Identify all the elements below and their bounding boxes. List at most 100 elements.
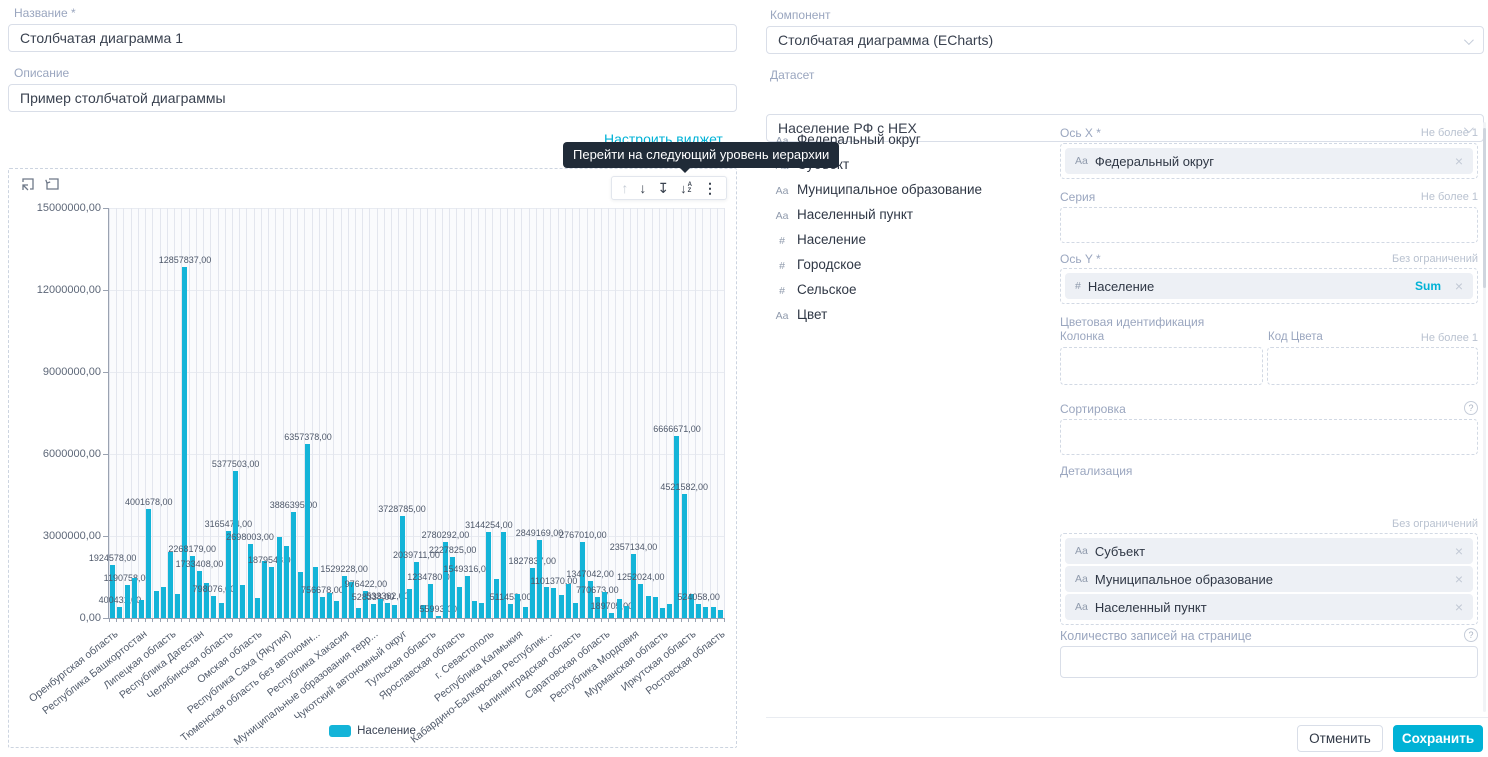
bar[interactable] (385, 603, 390, 618)
hierarchy-down-icon[interactable]: ↓ (639, 181, 646, 195)
bar[interactable] (718, 610, 723, 618)
bar[interactable] (472, 601, 477, 618)
save-button[interactable]: Сохранить (1393, 725, 1483, 752)
field-item[interactable]: AaНаселенный пункт (775, 207, 1035, 232)
bar[interactable] (559, 595, 564, 618)
bar[interactable] (580, 542, 585, 618)
color-code-dropzone[interactable] (1267, 347, 1478, 385)
bar[interactable] (240, 585, 245, 618)
bar[interactable] (400, 516, 405, 618)
bar[interactable] (327, 593, 332, 618)
aggregation-badge[interactable]: Sum (1415, 279, 1441, 293)
detail-chip[interactable]: Aa Муниципальное образование × (1065, 566, 1473, 592)
bar[interactable] (457, 587, 462, 618)
bar[interactable] (617, 599, 622, 618)
bar[interactable] (479, 603, 484, 618)
cancel-button[interactable]: Отменить (1297, 725, 1383, 752)
bar[interactable] (624, 606, 629, 618)
bar[interactable] (197, 571, 202, 618)
zoom-reset-icon[interactable] (45, 177, 60, 192)
x-axis-chip[interactable]: Aa Федеральный округ × (1065, 148, 1473, 174)
bar[interactable] (696, 604, 701, 618)
bar[interactable] (125, 585, 130, 618)
bar[interactable] (465, 576, 470, 618)
bar[interactable] (219, 603, 224, 618)
series-dropzone[interactable] (1060, 207, 1478, 243)
bar[interactable] (609, 613, 614, 618)
bar[interactable] (407, 589, 412, 618)
bar[interactable] (638, 584, 643, 618)
zoom-select-icon[interactable] (21, 177, 36, 192)
bar[interactable] (378, 599, 383, 618)
bar[interactable] (255, 598, 260, 618)
bar[interactable] (573, 603, 578, 618)
bar[interactable] (486, 532, 491, 618)
field-item[interactable]: AaМуниципальное образование (775, 182, 1035, 207)
remove-chip-icon[interactable]: × (1455, 599, 1463, 615)
bar[interactable] (154, 591, 159, 618)
hierarchy-up-icon[interactable]: ↑ (621, 181, 628, 195)
bar[interactable] (703, 607, 708, 618)
name-input[interactable] (8, 24, 737, 52)
field-item[interactable]: #Городское (775, 257, 1035, 282)
bar[interactable] (711, 607, 716, 618)
bar[interactable] (551, 588, 556, 618)
bar[interactable] (392, 605, 397, 618)
page-size-help-icon[interactable]: ? (1464, 628, 1478, 642)
bar[interactable] (631, 554, 636, 618)
bar[interactable] (667, 604, 672, 618)
sorting-dropzone[interactable] (1060, 419, 1478, 455)
bar[interactable] (277, 537, 282, 618)
bar[interactable] (269, 567, 274, 618)
more-options-icon[interactable]: ⋮ (703, 181, 717, 195)
remove-chip-icon[interactable]: × (1455, 278, 1463, 294)
y-axis-dropzone[interactable]: # Население Sum × (1060, 268, 1478, 304)
detail-dropzone[interactable]: Aa Субъект × Aa Муниципальное образовани… (1060, 533, 1478, 625)
color-column-dropzone[interactable] (1060, 347, 1263, 385)
field-item[interactable]: AaЦвет (775, 307, 1035, 332)
bar[interactable] (501, 532, 506, 618)
bar[interactable] (523, 607, 528, 618)
bar[interactable] (139, 600, 144, 618)
bar[interactable] (161, 587, 166, 618)
bar[interactable] (226, 531, 231, 618)
bar[interactable] (168, 552, 173, 618)
sorting-help-icon[interactable]: ? (1464, 401, 1478, 415)
bar[interactable] (298, 572, 303, 618)
bar[interactable] (436, 616, 441, 618)
bar[interactable] (132, 578, 137, 618)
bar[interactable] (660, 608, 665, 618)
bar[interactable] (371, 604, 376, 618)
remove-chip-icon[interactable]: × (1455, 543, 1463, 559)
bar[interactable] (515, 594, 520, 618)
bar[interactable] (284, 546, 289, 618)
bar[interactable] (211, 596, 216, 618)
bar[interactable] (117, 607, 122, 618)
bar[interactable] (320, 597, 325, 618)
field-item[interactable]: #Население (775, 232, 1035, 257)
bar[interactable] (674, 436, 679, 618)
bar[interactable] (414, 562, 419, 618)
field-item[interactable]: #Сельское (775, 282, 1035, 307)
remove-chip-icon[interactable]: × (1455, 153, 1463, 169)
bar[interactable] (175, 594, 180, 618)
bar[interactable] (262, 561, 267, 618)
detail-chip[interactable]: Aa Субъект × (1065, 538, 1473, 564)
bar[interactable] (356, 608, 361, 618)
bar[interactable] (146, 509, 151, 618)
detail-chip[interactable]: Aa Населенный пункт × (1065, 594, 1473, 620)
description-input[interactable] (8, 84, 737, 112)
page-size-input[interactable] (1060, 646, 1478, 678)
bar[interactable] (646, 596, 651, 618)
scrollbar-thumb[interactable] (1483, 128, 1486, 288)
bar[interactable] (566, 584, 571, 618)
bar[interactable] (653, 597, 658, 618)
y-axis-chip[interactable]: # Население Sum × (1065, 273, 1473, 299)
bar[interactable] (544, 587, 549, 618)
bar[interactable] (334, 601, 339, 618)
x-axis-dropzone[interactable]: Aa Федеральный округ × (1060, 143, 1478, 179)
bar[interactable] (508, 604, 513, 618)
sort-az-icon[interactable]: ↓AZ (680, 181, 692, 196)
component-select[interactable]: Столбчатая диаграмма (ECharts) (766, 26, 1484, 54)
bar[interactable] (233, 471, 238, 618)
